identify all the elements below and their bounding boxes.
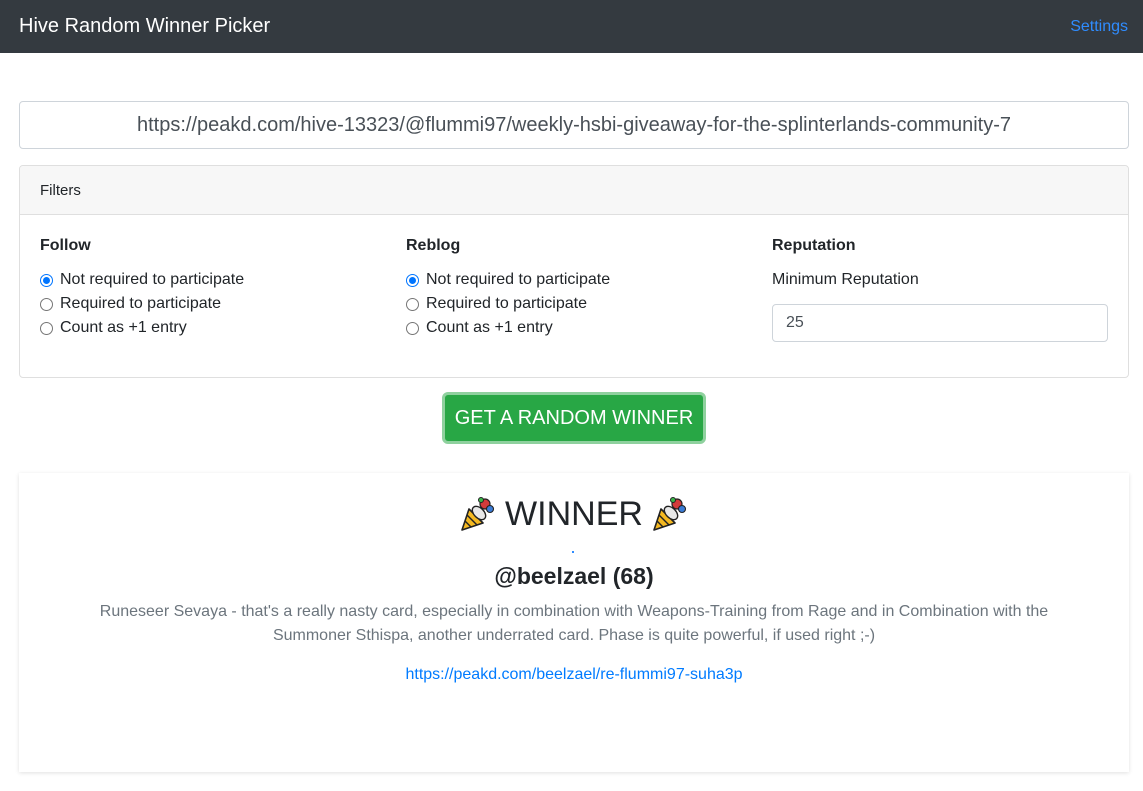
reblog-option-required[interactable]: Required to participate <box>406 292 746 316</box>
radio-icon[interactable] <box>40 297 53 311</box>
radio-icon[interactable] <box>406 321 419 335</box>
follow-title: Follow <box>40 237 91 254</box>
follow-option-not-required[interactable]: Not required to participate <box>40 268 380 292</box>
reblog-option-not-required[interactable]: Not required to participate <box>406 268 746 292</box>
post-url-input[interactable] <box>19 101 1129 149</box>
settings-link[interactable]: Settings <box>1070 18 1128 36</box>
winner-heading-row: WINNER <box>19 491 1129 537</box>
filters-header: Filters <box>20 166 1128 215</box>
reblog-option-extra-entry[interactable]: Count as +1 entry <box>406 316 746 340</box>
reputation-filter: Reputation Minimum Reputation <box>772 237 1109 342</box>
reputation-title: Reputation <box>772 237 856 254</box>
navbar: Hive Random Winner Picker Settings <box>0 0 1143 53</box>
winner-name: @beelzael (68) <box>494 563 654 589</box>
min-reputation-label: Minimum Reputation <box>772 271 919 288</box>
party-popper-icon <box>653 497 686 531</box>
radio-icon[interactable] <box>40 321 53 335</box>
follow-option-label: Count as +1 entry <box>60 319 187 336</box>
follow-option-label: Required to participate <box>60 295 221 312</box>
follow-option-required[interactable]: Required to participate <box>40 292 380 316</box>
get-random-winner-button[interactable]: GET A RANDOM WINNER <box>442 392 706 444</box>
party-popper-icon <box>461 497 495 531</box>
loading-dot <box>572 551 574 553</box>
min-reputation-input[interactable] <box>772 304 1108 342</box>
filters-panel: Filters Follow Not required to participa… <box>19 165 1129 378</box>
reblog-filter: Reblog Not required to participate Requi… <box>406 237 746 340</box>
follow-option-label: Not required to participate <box>60 271 245 288</box>
reblog-option-label: Not required to participate <box>426 271 611 288</box>
winner-comment: Runeseer Sevaya - that's a really nasty … <box>99 603 1049 644</box>
radio-checked-icon[interactable] <box>40 273 53 287</box>
reblog-option-label: Required to participate <box>426 295 587 312</box>
follow-filter: Follow Not required to participate Requi… <box>40 237 380 340</box>
winner-card: WINNER @beelzael (68) Runeseer Sevaya - … <box>19 473 1129 772</box>
follow-option-extra-entry[interactable]: Count as +1 entry <box>40 316 380 340</box>
app-title[interactable]: Hive Random Winner Picker <box>19 15 270 38</box>
winner-heading: WINNER <box>505 494 643 533</box>
reblog-option-label: Count as +1 entry <box>426 319 553 336</box>
winner-link-row: https://peakd.com/beelzael/re-flummi97-s… <box>19 666 1129 684</box>
radio-icon[interactable] <box>406 297 419 311</box>
reblog-title: Reblog <box>406 237 461 254</box>
winner-comment-link[interactable]: https://peakd.com/beelzael/re-flummi97-s… <box>405 666 742 683</box>
radio-checked-icon[interactable] <box>406 273 419 287</box>
